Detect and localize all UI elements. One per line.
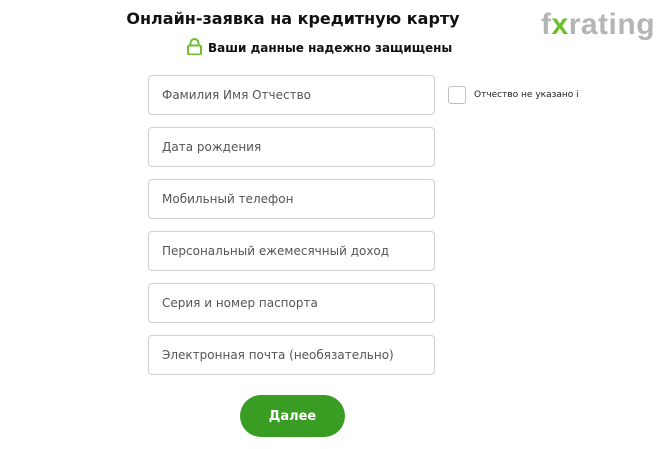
- page-title: Онлайн-заявка на кредитную карту: [126, 9, 460, 28]
- passport-input[interactable]: [148, 283, 435, 323]
- logo-text-x: x: [551, 8, 569, 41]
- lock-icon: [187, 38, 202, 58]
- security-note: Ваши данные надежно защищены: [187, 37, 452, 59]
- logo-text-f: f: [541, 8, 552, 41]
- no-patronymic-checkbox[interactable]: [448, 86, 466, 104]
- next-button[interactable]: Далее: [240, 395, 345, 437]
- logo-text-rating: rating: [568, 8, 656, 41]
- full-name-input[interactable]: [148, 75, 435, 115]
- income-input[interactable]: [148, 231, 435, 271]
- birth-date-input[interactable]: [148, 127, 435, 167]
- email-input[interactable]: [148, 335, 435, 375]
- security-note-text: Ваши данные надежно защищены: [208, 41, 453, 55]
- fxrating-logo: fxrating: [541, 10, 655, 40]
- no-patronymic-label: Отчество не указано і: [474, 90, 579, 100]
- no-patronymic-checkbox-row[interactable]: Отчество не указано і: [448, 85, 579, 105]
- phone-input[interactable]: [148, 179, 435, 219]
